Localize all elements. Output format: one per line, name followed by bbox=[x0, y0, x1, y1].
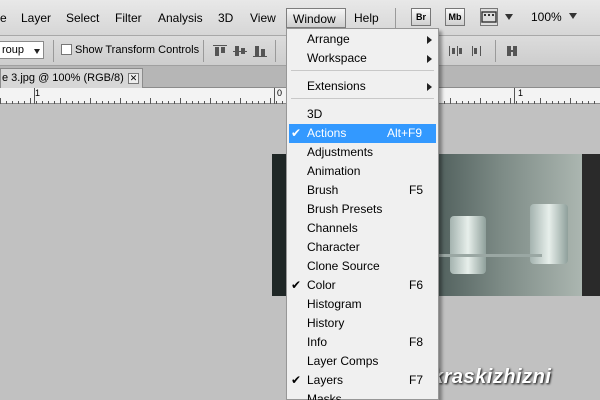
distribute-centers-icon[interactable] bbox=[470, 45, 484, 57]
image-rack bbox=[432, 254, 542, 257]
menu-item-label: Layer Comps bbox=[307, 354, 379, 368]
menu-layer[interactable]: Layer bbox=[21, 10, 51, 26]
chevron-down-icon[interactable] bbox=[569, 13, 577, 19]
options-divider bbox=[495, 40, 496, 62]
menu-item-character[interactable]: Character bbox=[289, 238, 436, 257]
show-transform-checkbox[interactable] bbox=[61, 44, 72, 55]
menu-item-label: Extensions bbox=[307, 79, 366, 93]
menu-item-animation[interactable]: Animation bbox=[289, 162, 436, 181]
menu-item-info[interactable]: Info F8 bbox=[289, 333, 436, 352]
menu-item-shortcut: F6 bbox=[409, 278, 424, 292]
menu-item-color[interactable]: ✔ Color F6 bbox=[289, 276, 436, 295]
menu-item-label: Info bbox=[307, 335, 328, 349]
menu-item-channels[interactable]: Channels bbox=[289, 219, 436, 238]
ruler-label: 0 bbox=[277, 88, 283, 98]
menu-item-workspace[interactable]: Workspace bbox=[289, 49, 436, 68]
menu-item-label: Animation bbox=[307, 164, 361, 178]
window-menu-dropdown: Arrange Workspace Extensions 3D ✔ Actions… bbox=[286, 28, 439, 400]
menu-item-brush-presets[interactable]: Brush Presets bbox=[289, 200, 436, 219]
menu-item-label: Arrange bbox=[307, 32, 350, 46]
checkmark-icon: ✔ bbox=[291, 126, 302, 140]
menu-item-label: Masks bbox=[307, 392, 342, 400]
menubar-divider bbox=[395, 8, 396, 28]
menu-item-shortcut: F8 bbox=[409, 335, 424, 349]
menu-item-arrange[interactable]: Arrange bbox=[289, 30, 436, 49]
document-tab[interactable]: e 3.jpg @ 100% (RGB/8) ✕ bbox=[0, 68, 143, 88]
minibridge-button[interactable]: Mb bbox=[445, 8, 465, 26]
watermark: kraskizhizni bbox=[432, 366, 552, 388]
menu-item-history[interactable]: History bbox=[289, 314, 436, 333]
menu-item-label: Workspace bbox=[307, 51, 367, 65]
menu-analysis[interactable]: Analysis bbox=[158, 10, 203, 26]
chevron-down-icon[interactable] bbox=[34, 49, 40, 54]
menu-window[interactable]: Window bbox=[286, 8, 346, 28]
bridge-button[interactable]: Br bbox=[411, 8, 431, 26]
menu-item-layers[interactable]: ✔ Layers F7 bbox=[289, 371, 436, 390]
options-divider bbox=[53, 40, 54, 62]
show-transform-label: Show Transform Controls bbox=[75, 44, 200, 56]
document-tab-title: e 3.jpg @ 100% (RGB/8) bbox=[2, 72, 124, 84]
menu-item-shortcut: F5 bbox=[409, 183, 424, 197]
menu-3d[interactable]: 3D bbox=[218, 10, 233, 26]
menu-item-label: Channels bbox=[307, 221, 358, 235]
menu-filter[interactable]: Filter bbox=[115, 10, 142, 26]
submenu-arrow-icon bbox=[427, 55, 432, 63]
checkmark-icon: ✔ bbox=[291, 278, 302, 292]
image-glass bbox=[450, 216, 486, 274]
align-bottom-icon[interactable] bbox=[253, 45, 267, 57]
menu-item-label: Layers bbox=[307, 373, 344, 387]
menu-item-label: Actions bbox=[307, 126, 347, 140]
menu-item-clone-source[interactable]: Clone Source bbox=[289, 257, 436, 276]
menu-select[interactable]: Select bbox=[66, 10, 99, 26]
ruler-label: 1 bbox=[518, 88, 524, 98]
submenu-arrow-icon bbox=[427, 83, 432, 91]
align-top-icon[interactable] bbox=[213, 45, 227, 57]
submenu-arrow-icon bbox=[427, 36, 432, 44]
view-extras-button[interactable] bbox=[480, 8, 498, 26]
options-divider bbox=[275, 40, 276, 62]
menu-item-label: Clone Source bbox=[307, 259, 380, 273]
menu-separator bbox=[291, 70, 434, 71]
chevron-down-icon[interactable] bbox=[505, 14, 513, 20]
menu-help[interactable]: Help bbox=[354, 10, 379, 26]
align-vertical-center-icon[interactable] bbox=[233, 45, 247, 57]
close-icon[interactable]: ✕ bbox=[128, 73, 139, 84]
menu-item-label: Brush Presets bbox=[307, 202, 383, 216]
image-dark-edge bbox=[582, 154, 600, 296]
menu-view[interactable]: View bbox=[250, 10, 276, 26]
menu-item-label: Character bbox=[307, 240, 360, 254]
menu-item-actions[interactable]: ✔ Actions Alt+F9 bbox=[289, 124, 436, 143]
menu-item-shortcut: F7 bbox=[409, 373, 424, 387]
menu-item-label: History bbox=[307, 316, 345, 330]
menu-item-label: Brush bbox=[307, 183, 339, 197]
film-strip-icon bbox=[481, 11, 497, 23]
menu-item-adjustments[interactable]: Adjustments bbox=[289, 143, 436, 162]
menu-item-label: 3D bbox=[307, 107, 323, 121]
auto-align-layers-icon[interactable] bbox=[506, 45, 520, 57]
menu-item-histogram[interactable]: Histogram bbox=[289, 295, 436, 314]
distribute-icon[interactable] bbox=[448, 45, 462, 57]
menu-item-brush[interactable]: Brush F5 bbox=[289, 181, 436, 200]
zoom-level-select[interactable]: 100% bbox=[531, 10, 562, 24]
menu-item-label: Histogram bbox=[307, 297, 362, 311]
checkmark-icon: ✔ bbox=[291, 373, 302, 387]
ruler-label: 1 bbox=[35, 88, 41, 98]
menu-item-extensions[interactable]: Extensions bbox=[289, 77, 436, 96]
menu-item-masks[interactable]: Masks bbox=[289, 390, 436, 400]
menu-item-layer-comps[interactable]: Layer Comps bbox=[289, 352, 436, 371]
menu-item-3d[interactable]: 3D bbox=[289, 105, 436, 124]
menu-item-label: Adjustments bbox=[307, 145, 374, 159]
options-divider bbox=[203, 40, 204, 62]
menu-edit[interactable]: e bbox=[0, 10, 7, 26]
menu-separator bbox=[291, 98, 434, 99]
menu-item-shortcut: Alt+F9 bbox=[387, 126, 423, 140]
menu-item-label: Color bbox=[307, 278, 336, 292]
